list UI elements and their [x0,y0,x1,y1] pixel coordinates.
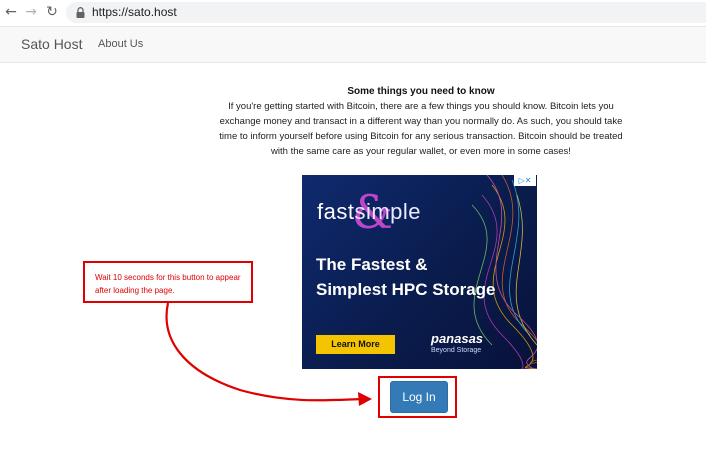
arrow-left-icon[interactable]: ← [4,5,18,19]
lock-icon [76,7,85,18]
info-section: Some things you need to know If you're g… [210,85,632,159]
learn-more-button[interactable]: Learn More [316,335,395,354]
arrow-right-icon[interactable]: → [24,5,38,19]
nav-link-about-us[interactable]: About Us [98,38,143,50]
url-text[interactable]: https://sato.host [92,5,177,19]
annotation-text: Wait 10 seconds for this button to appea… [95,273,241,295]
site-brand[interactable]: Sato Host [21,36,82,52]
reload-icon[interactable]: ↻ [45,5,59,19]
browser-toolbar: ← → ↻ https://sato.host [0,0,706,27]
login-button[interactable]: Log In [390,381,448,413]
ad-brand-logo: panasas [431,331,484,346]
advertisement-banner[interactable]: ▷✕ & fastsimple The Fastest & Simplest H… [302,175,537,369]
ad-tagline: Beyond Storage [431,347,482,354]
section-paragraph: If you're getting started with Bitcoin, … [219,101,623,157]
section-heading: Some things you need to know [347,86,495,97]
ad-logo-simple: simple [354,199,422,224]
ad-logo-fast: fast [317,199,355,224]
address-bar[interactable]: https://sato.host [66,2,706,23]
site-navbar: Sato Host About Us [0,27,706,63]
ad-headline: The Fastest & Simplest HPC Storage [316,255,496,299]
ad-choices-icon[interactable]: ▷✕ [514,175,536,186]
ad-logo: fastsimple [317,199,421,225]
annotation-callout: Wait 10 seconds for this button to appea… [83,261,253,303]
